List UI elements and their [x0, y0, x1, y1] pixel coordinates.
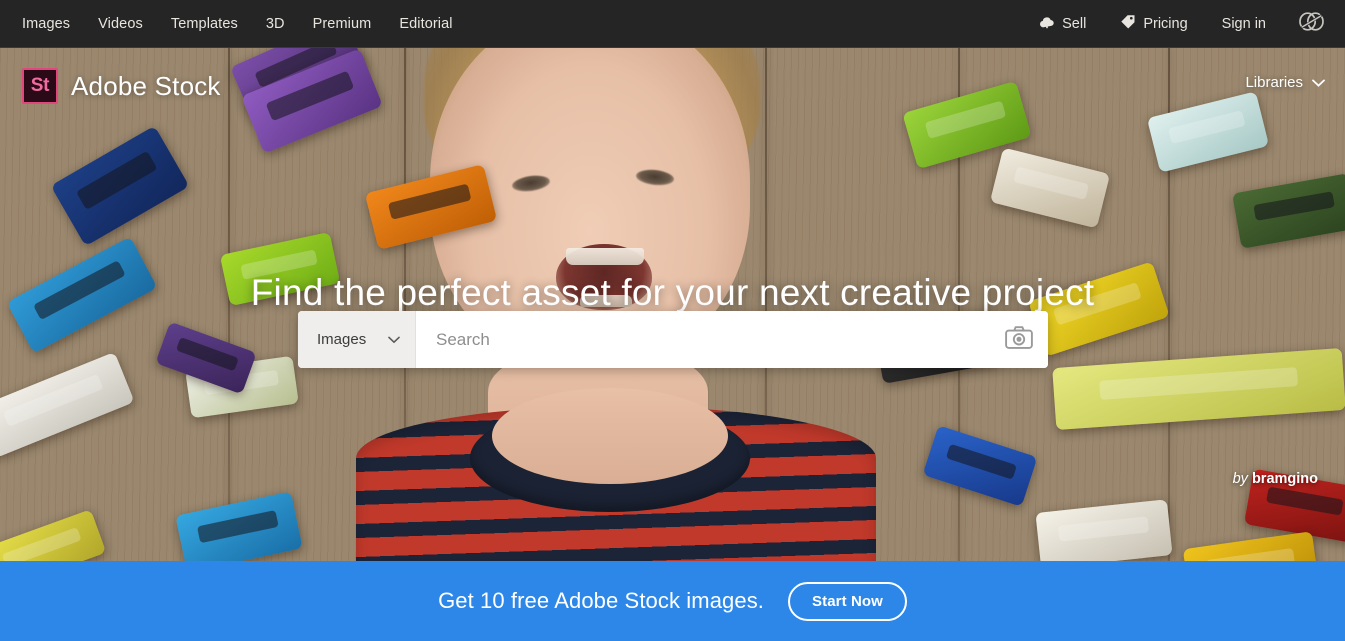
visual-search-button[interactable]: [990, 311, 1048, 368]
price-tag-icon: [1120, 14, 1136, 33]
cloud-upload-icon: [1039, 15, 1055, 33]
search-type-dropdown[interactable]: Images: [298, 311, 416, 368]
adobe-stock-mark: St: [22, 68, 58, 104]
nav-link-videos[interactable]: Videos: [98, 10, 159, 38]
creative-cloud-button[interactable]: [1298, 11, 1325, 37]
nav-link-premium[interactable]: Premium: [313, 10, 388, 38]
search-bar: Images: [298, 311, 1048, 368]
pricing-label: Pricing: [1143, 15, 1188, 32]
child-chest-skin: [492, 388, 728, 484]
creative-cloud-icon: [1298, 11, 1325, 37]
top-navigation-bar: Images Videos Templates 3D Premium Edito…: [0, 0, 1345, 48]
sign-in-label: Sign in: [1221, 15, 1266, 32]
pricing-button[interactable]: Pricing: [1110, 8, 1197, 39]
camera-icon: [1005, 325, 1033, 354]
start-now-button[interactable]: Start Now: [788, 581, 907, 621]
chevron-down-icon: [1312, 74, 1325, 91]
sell-label: Sell: [1062, 15, 1087, 32]
hero-headline: Find the perfect asset for your next cre…: [250, 272, 1095, 313]
nav-link-templates[interactable]: Templates: [171, 10, 254, 38]
adobe-stock-wordmark: Adobe Stock: [71, 70, 221, 101]
nav-link-3d[interactable]: 3D: [266, 10, 301, 38]
nav-link-editorial[interactable]: Editorial: [399, 10, 468, 38]
attribution-author: bramgino: [1251, 471, 1318, 487]
nav-link-images[interactable]: Images: [22, 10, 86, 38]
sell-button[interactable]: Sell: [1029, 9, 1096, 39]
attribution-by-label: by: [1232, 471, 1248, 487]
child-teeth-upper: [566, 248, 644, 265]
libraries-dropdown[interactable]: Libraries: [1245, 74, 1325, 91]
promo-text: Get 10 free Adobe Stock images.: [438, 588, 765, 613]
adobe-stock-logo[interactable]: St Adobe Stock: [22, 68, 221, 104]
hero-banner: St Adobe Stock Libraries Find the perfec…: [0, 48, 1345, 561]
promo-banner: Get 10 free Adobe Stock images. Start No…: [0, 561, 1345, 641]
chevron-down-icon: [388, 331, 400, 348]
top-nav-account-area: Sell Pricing Sign in: [1015, 8, 1329, 39]
libraries-label: Libraries: [1245, 74, 1303, 91]
photo-attribution: by bramgino: [1233, 471, 1318, 487]
search-type-label: Images: [317, 331, 367, 348]
sign-in-button[interactable]: Sign in: [1212, 10, 1276, 38]
search-input[interactable]: [416, 311, 990, 368]
top-nav-links: Images Videos Templates 3D Premium Edito…: [22, 10, 469, 38]
